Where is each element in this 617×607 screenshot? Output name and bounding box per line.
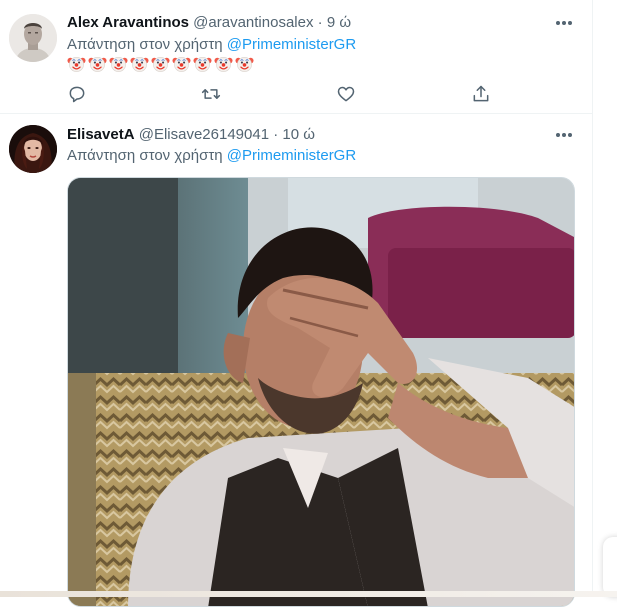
more-dots-icon [562,21,566,25]
reply-context: Απάντηση στον χρήστη @PrimeministerGR [67,36,356,53]
more-dots-icon [562,133,566,137]
more-dots-icon [556,21,560,25]
next-media-strip [0,591,617,597]
clown-face-icon [88,57,107,72]
mention-link[interactable]: @PrimeministerGR [227,147,356,164]
side-panel-edge [603,537,617,597]
reply-button[interactable] [67,84,89,106]
like-icon [337,86,355,102]
clown-face-icon [130,57,149,72]
more-dots-icon [556,133,560,137]
clown-face-icon [67,57,86,72]
avatar-image [9,14,57,62]
share-button[interactable] [471,84,493,106]
avatar[interactable] [9,125,57,173]
tweet[interactable]: ElisavetA @Elisave26149041 · 10 ώ Απάντη… [0,114,592,607]
avatar[interactable] [9,14,57,62]
author-name[interactable]: ElisavetA [67,126,135,143]
clown-face-icon [193,57,212,72]
timeline: Alex Aravantinos @aravantinosalex · 9 ώ … [0,0,593,607]
tweet-media-gif[interactable] [67,177,575,607]
separator-dot: · [317,14,323,31]
more-options-button[interactable] [554,126,574,144]
author-handle[interactable]: @aravantinosalex [193,14,313,31]
author-handle[interactable]: @Elisave26149041 [139,126,269,143]
tweet-text [67,54,254,73]
reply-prefix: Απάντηση στον χρήστη [67,36,223,53]
share-icon [473,85,489,102]
clown-face-icon [151,57,170,72]
tweet-header: Alex Aravantinos @aravantinosalex · 9 ώ [67,14,351,31]
more-options-button[interactable] [554,14,574,32]
clown-face-icon [235,57,254,72]
reply-icon [69,86,85,103]
retweet-button[interactable] [201,84,223,106]
tweet-timestamp[interactable]: 10 ώ [282,126,315,143]
like-button[interactable] [336,84,358,106]
clown-face-icon [214,57,233,72]
more-dots-icon [568,133,572,137]
tweet-timestamp[interactable]: 9 ώ [327,14,351,31]
clown-face-icon [109,57,128,72]
tweet-header: ElisavetA @Elisave26149041 · 10 ώ [67,126,315,143]
separator-dot: · [273,126,279,143]
mention-link[interactable]: @PrimeministerGR [227,36,356,53]
gif-image [68,178,574,606]
reply-prefix: Απάντηση στον χρήστη [67,147,223,164]
clown-face-icon [172,57,191,72]
author-name[interactable]: Alex Aravantinos [67,14,189,31]
more-dots-icon [568,21,572,25]
retweet-icon [201,89,221,99]
avatar-image [9,125,57,173]
tweet[interactable]: Alex Aravantinos @aravantinosalex · 9 ώ … [0,0,592,114]
reply-context: Απάντηση στον χρήστη @PrimeministerGR [67,147,356,164]
tweet-actions [67,84,497,106]
